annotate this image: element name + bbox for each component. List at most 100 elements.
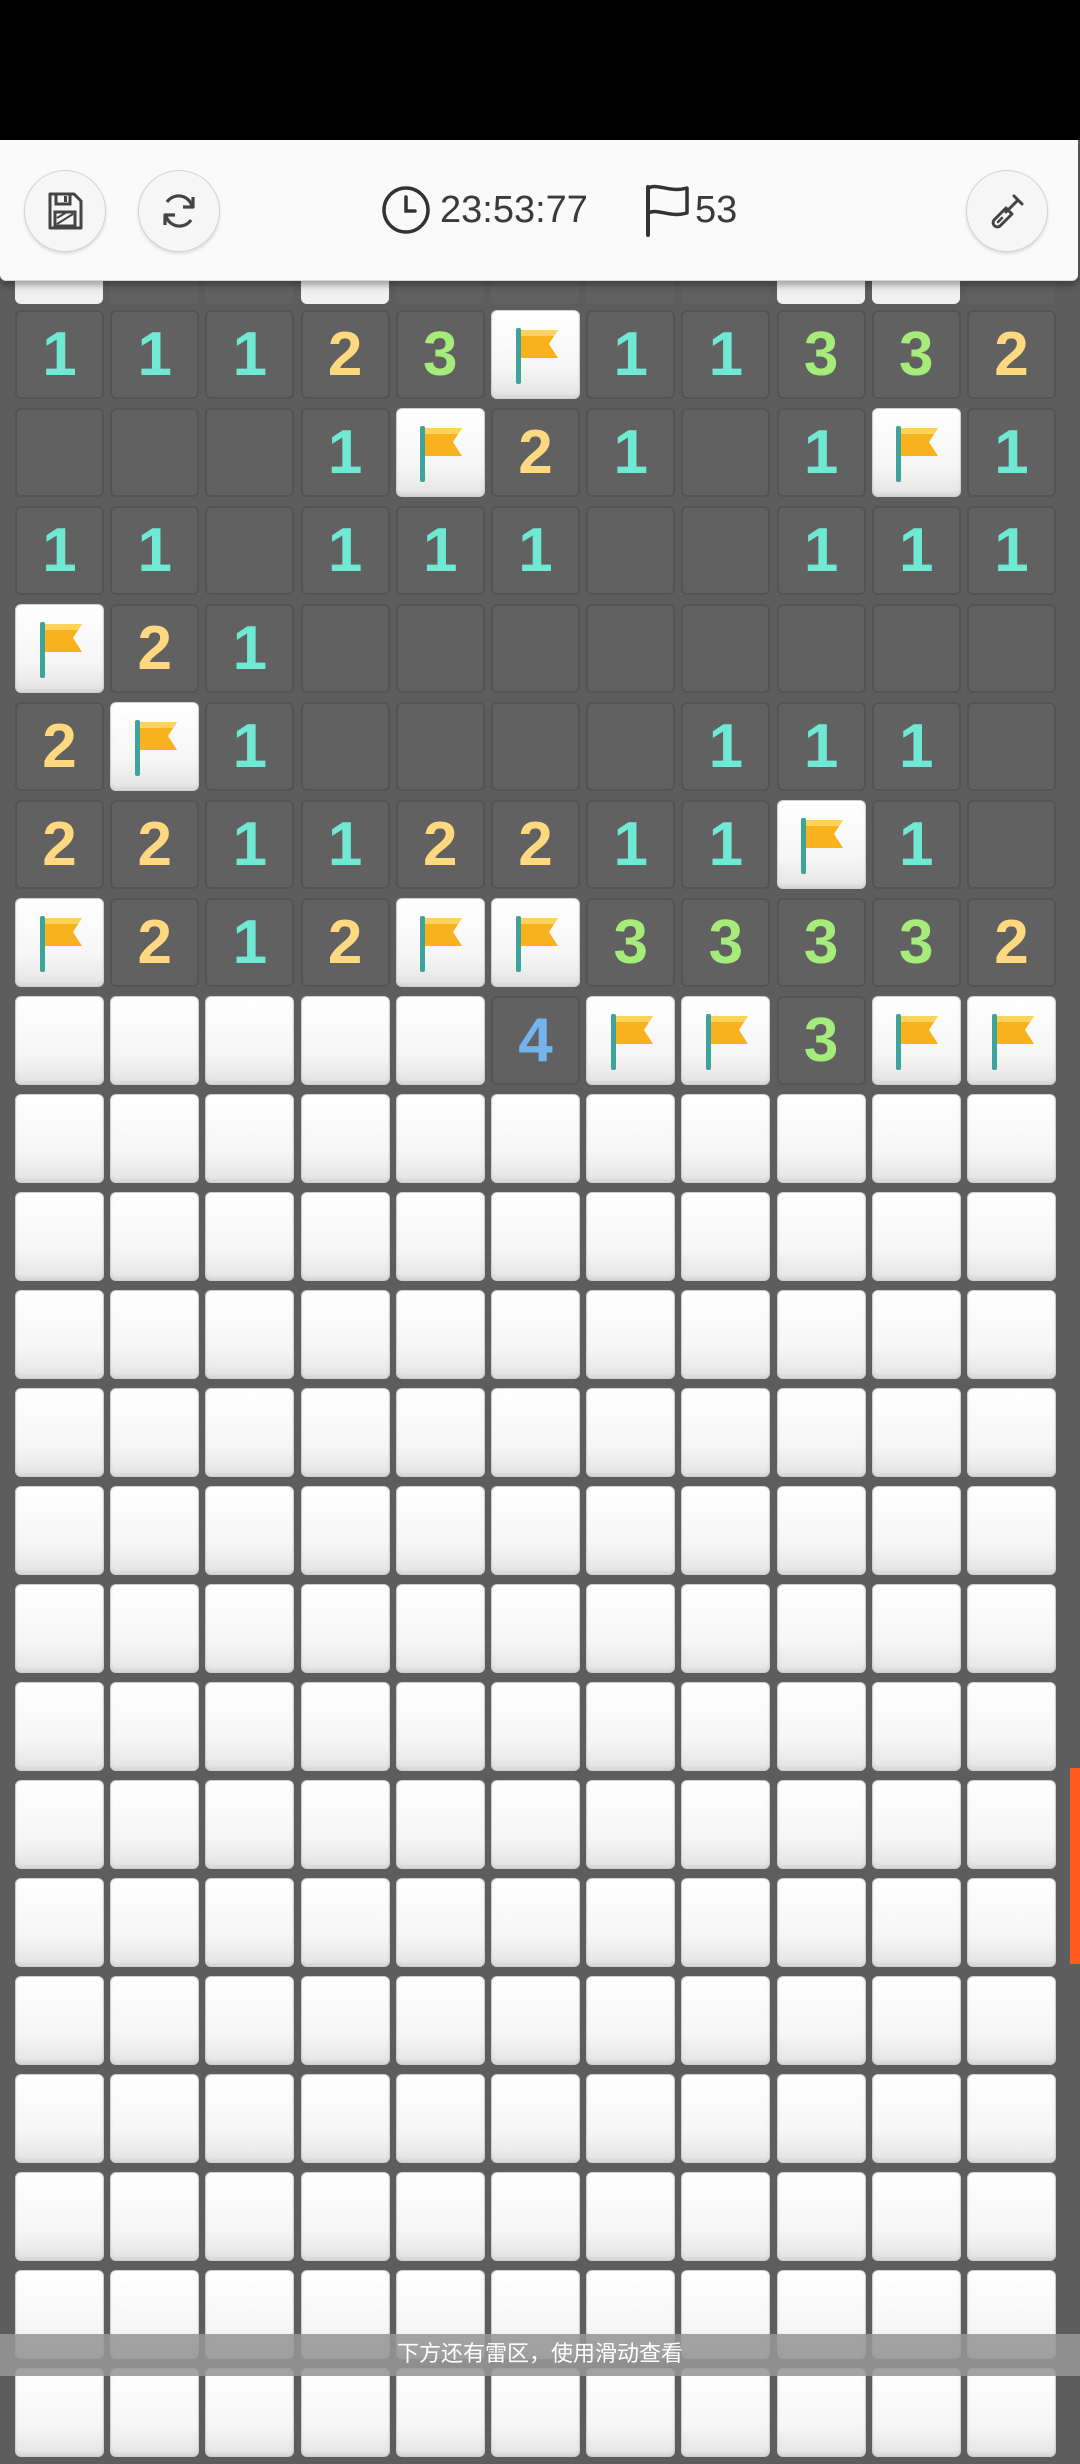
covered-cell[interactable] <box>871 1682 961 1771</box>
revealed-number-cell[interactable]: 1 <box>300 506 390 595</box>
revealed-number-cell[interactable]: 1 <box>871 506 961 595</box>
revealed-empty-cell[interactable] <box>967 702 1056 791</box>
revealed-number-cell[interactable]: 1 <box>205 604 295 693</box>
covered-cell[interactable] <box>15 996 104 1085</box>
covered-cell[interactable] <box>681 1094 771 1183</box>
covered-cell[interactable] <box>776 1682 866 1771</box>
revealed-number-cell[interactable]: 4 <box>491 996 580 1085</box>
dig-mode-button[interactable] <box>966 170 1048 252</box>
flagged-cell[interactable] <box>681 996 771 1085</box>
covered-cell[interactable] <box>110 1486 200 1575</box>
covered-cell[interactable] <box>395 1290 485 1379</box>
covered-cell[interactable] <box>967 1486 1056 1575</box>
revealed-number-cell[interactable]: 1 <box>205 898 295 987</box>
covered-cell[interactable] <box>681 1780 771 1869</box>
covered-cell[interactable] <box>300 1094 390 1183</box>
covered-cell[interactable] <box>205 2368 295 2457</box>
revealed-number-cell[interactable]: 1 <box>110 506 200 595</box>
revealed-number-cell[interactable]: 1 <box>586 310 676 399</box>
scroll-indicator[interactable] <box>1070 1768 1080 1964</box>
flagged-cell[interactable] <box>586 996 676 1085</box>
covered-cell[interactable] <box>395 1094 485 1183</box>
covered-cell[interactable] <box>967 1192 1056 1281</box>
revealed-empty-cell[interactable] <box>586 702 676 791</box>
revealed-empty-cell[interactable] <box>491 604 580 693</box>
covered-cell[interactable] <box>110 1780 200 1869</box>
covered-cell[interactable] <box>300 1486 390 1575</box>
revealed-number-cell[interactable]: 3 <box>871 898 961 987</box>
covered-cell[interactable] <box>586 1388 676 1477</box>
covered-cell[interactable] <box>776 1976 866 2065</box>
covered-cell[interactable] <box>15 1780 104 1869</box>
revealed-number-cell[interactable]: 2 <box>967 310 1056 399</box>
covered-cell[interactable] <box>681 1486 771 1575</box>
revealed-number-cell[interactable]: 1 <box>681 310 771 399</box>
covered-cell[interactable] <box>491 1094 580 1183</box>
revealed-empty-cell[interactable] <box>395 702 485 791</box>
covered-cell[interactable] <box>110 1290 200 1379</box>
revealed-number-cell[interactable]: 1 <box>586 800 676 889</box>
covered-cell[interactable] <box>586 1290 676 1379</box>
covered-cell[interactable] <box>395 1878 485 1967</box>
revealed-number-cell[interactable]: 2 <box>491 800 580 889</box>
covered-cell[interactable] <box>681 1388 771 1477</box>
revealed-number-cell[interactable]: 2 <box>491 408 580 497</box>
revealed-number-cell[interactable]: 1 <box>871 800 961 889</box>
covered-cell[interactable] <box>110 996 200 1085</box>
covered-cell[interactable] <box>110 1878 200 1967</box>
revealed-empty-cell[interactable] <box>871 604 961 693</box>
revealed-number-cell[interactable]: 1 <box>205 800 295 889</box>
covered-cell[interactable] <box>205 1976 295 2065</box>
covered-cell[interactable] <box>491 1878 580 1967</box>
covered-cell[interactable] <box>491 2074 580 2163</box>
covered-cell[interactable] <box>491 2368 580 2457</box>
covered-cell[interactable] <box>681 1290 771 1379</box>
covered-cell[interactable] <box>15 1584 104 1673</box>
revealed-number-cell[interactable]: 1 <box>681 800 771 889</box>
covered-cell[interactable] <box>871 1486 961 1575</box>
flagged-cell[interactable] <box>15 604 104 693</box>
flagged-cell[interactable] <box>15 898 104 987</box>
covered-cell[interactable] <box>776 1878 866 1967</box>
covered-cell[interactable] <box>776 1780 866 1869</box>
covered-cell[interactable] <box>300 1878 390 1967</box>
flagged-cell[interactable] <box>395 898 485 987</box>
covered-cell[interactable] <box>110 1584 200 1673</box>
revealed-number-cell[interactable]: 2 <box>395 800 485 889</box>
revealed-number-cell[interactable]: 2 <box>300 310 390 399</box>
covered-cell[interactable] <box>776 2172 866 2261</box>
revealed-empty-cell[interactable] <box>776 604 866 693</box>
covered-cell[interactable] <box>776 1290 866 1379</box>
flagged-cell[interactable] <box>395 408 485 497</box>
covered-cell[interactable] <box>586 1094 676 1183</box>
covered-cell[interactable] <box>395 2172 485 2261</box>
covered-cell[interactable] <box>205 1094 295 1183</box>
covered-cell[interactable] <box>776 2074 866 2163</box>
revealed-number-cell[interactable]: 2 <box>967 898 1056 987</box>
covered-cell[interactable] <box>110 1682 200 1771</box>
covered-cell[interactable] <box>395 1976 485 2065</box>
covered-cell[interactable] <box>681 1976 771 2065</box>
covered-cell[interactable] <box>205 1388 295 1477</box>
revealed-number-cell[interactable]: 3 <box>586 898 676 987</box>
revealed-empty-cell[interactable] <box>300 702 390 791</box>
covered-cell[interactable] <box>491 1290 580 1379</box>
covered-cell[interactable] <box>300 2368 390 2457</box>
covered-cell[interactable] <box>15 1878 104 1967</box>
covered-cell[interactable] <box>300 1976 390 2065</box>
flagged-cell[interactable] <box>491 310 580 399</box>
covered-cell[interactable] <box>395 1388 485 1477</box>
revealed-number-cell[interactable]: 1 <box>776 408 866 497</box>
covered-cell[interactable] <box>491 2172 580 2261</box>
revealed-number-cell[interactable]: 2 <box>15 702 104 791</box>
covered-cell[interactable] <box>15 1976 104 2065</box>
revealed-number-cell[interactable]: 1 <box>967 506 1056 595</box>
revealed-number-cell[interactable]: 2 <box>15 800 104 889</box>
revealed-number-cell[interactable]: 1 <box>871 702 961 791</box>
covered-cell[interactable] <box>395 1780 485 1869</box>
covered-cell[interactable] <box>491 1976 580 2065</box>
revealed-number-cell[interactable]: 1 <box>110 310 200 399</box>
revealed-empty-cell[interactable] <box>110 408 200 497</box>
covered-cell[interactable] <box>871 1290 961 1379</box>
covered-cell[interactable] <box>871 1878 961 1967</box>
